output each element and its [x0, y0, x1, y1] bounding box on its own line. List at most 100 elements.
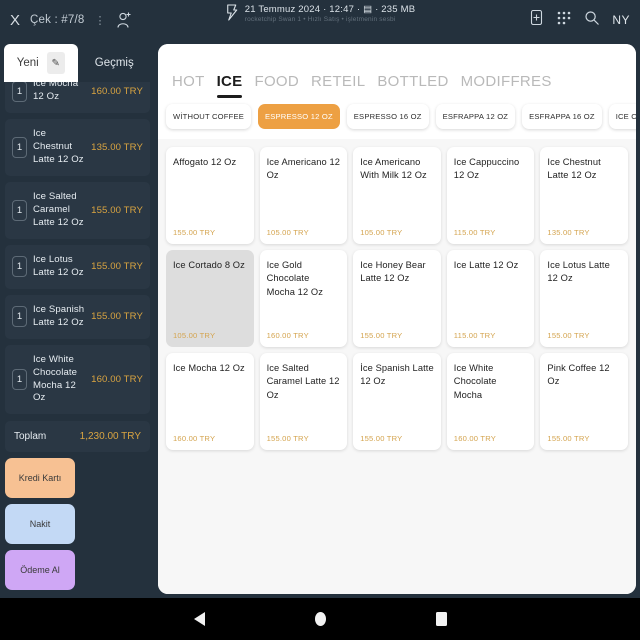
cart-item-price: 160.00 TRY [91, 85, 143, 97]
pencil-icon[interactable]: ✎ [46, 52, 65, 74]
cart-item-price: 155.00 TRY [91, 204, 143, 216]
cart-item-name: Ice Spanish Latte 12 Oz [33, 303, 85, 328]
sidebar-tab-yeni[interactable]: Yeni ✎ [4, 44, 78, 82]
cart-item-name: Ice Mocha 12 Oz [33, 82, 79, 102]
category-tab-food[interactable]: FOOD [254, 73, 299, 98]
product-price: 135.00 TRY [547, 228, 590, 237]
product-card[interactable]: Ice Americano With Milk 12 Oz 105.00 TRY [353, 147, 441, 244]
product-name: Ice Honey Bear Latte 12 Oz [360, 260, 426, 284]
cart-item-row[interactable]: 1 Ice Salted Caramel Latte 12 Oz 155.00 TR… [5, 181, 150, 239]
product-card[interactable]: Ice Salted Caramel Latte 12 Oz 155.00 TRY [259, 353, 348, 450]
apps-grid-icon[interactable] [556, 10, 572, 31]
product-price: 105.00 TRY [266, 228, 309, 237]
cart-item-name: Ice White Chocolate Mocha 12 Oz [33, 353, 78, 404]
category-tab-bottled[interactable]: BOTTLED [377, 73, 448, 98]
cart-item-name: Ice Chestnut Latte 12 Oz [33, 128, 84, 165]
subcategory-chip[interactable]: ESFRAPPA 12 OZ [435, 104, 516, 129]
order-sidebar: Yeni ✎ Geçmiş 1 Ice Mocha 12 Oz 160.00 TRY… [0, 40, 155, 598]
cart-item-qty[interactable]: 1 [12, 256, 27, 278]
product-card[interactable]: Pink Coffee 12 Oz 155.00 TRY [540, 353, 628, 450]
cart-item-qty[interactable]: 1 [12, 306, 27, 328]
subcategory-chip-bar: WİTHOUT COFFEE ESPRESSO 12 OZ ESPRESSO 16 … [158, 98, 636, 139]
payment-button-kredi-kartı[interactable]: Kredi Kartı [5, 458, 75, 498]
overflow-menu-icon[interactable]: ⋮ [94, 14, 106, 27]
cart-total-label: Toplam [14, 431, 47, 442]
session-text-block: 21 Temmuz 2024 · 12:47 · ▤ · 235 MB rock… [245, 4, 416, 23]
add-note-icon[interactable] [529, 9, 544, 31]
product-price: 105.00 TRY [360, 228, 403, 237]
cart-item-row[interactable]: 1 Ice Lotus Latte 12 Oz 155.00 TRY [5, 244, 150, 289]
cart-item-row[interactable]: 1 Ice Chestnut Latte 12 Oz 135.00 TRY [5, 119, 150, 176]
product-price: 160.00 TRY [453, 434, 497, 443]
cart-item-name: Ice Salted Caramel Latte 12 Oz [33, 190, 84, 228]
product-price: 160.00 TRY [173, 434, 216, 443]
session-subtitle-label: rocketchip Swan 1 • Hızlı Satış • işletm… [244, 16, 396, 23]
product-card[interactable]: Ice White Chocolate Mocha 160.00 TRY [446, 353, 535, 450]
sidebar-tab-gecmis[interactable]: Geçmiş [78, 44, 152, 82]
product-card[interactable]: Affogato 12 Oz 155.00 TRY [166, 147, 254, 244]
sidebar-tab-yeni-label: Yeni [16, 57, 39, 69]
product-name: Ice Mocha 12 Oz [173, 363, 245, 373]
payment-button-nakit[interactable]: Nakit [5, 504, 75, 544]
cart-item-qty[interactable]: 1 [12, 136, 27, 158]
search-icon[interactable] [584, 10, 600, 31]
subcategory-chip[interactable]: ESFRAPPA 16 OZ [522, 104, 602, 129]
close-icon[interactable]: X [10, 13, 20, 28]
product-name: Ice Gold Chocolate Mocha 12 Oz [266, 260, 323, 297]
home-circle-icon[interactable] [314, 612, 326, 626]
ticket-number-label[interactable]: Çek : #7/8 [30, 14, 84, 26]
product-price: 115.00 TRY [453, 228, 496, 237]
recents-square-icon[interactable] [435, 612, 447, 626]
product-card[interactable]: Ice Lotus Latte 12 Oz 155.00 TRY [540, 250, 628, 347]
product-card[interactable]: İce Spanish Latte 12 Oz 155.00 TRY [353, 353, 441, 450]
printer-icon [225, 4, 239, 26]
product-name: Ice Lotus Latte 12 Oz [547, 260, 610, 284]
product-card[interactable]: Ice Americano 12 Oz 105.00 TRY [259, 147, 348, 244]
product-card[interactable]: Ice Latte 12 Oz 115.00 TRY [446, 250, 535, 347]
cart-item-price: 155.00 TRY [91, 261, 143, 273]
product-card[interactable]: Ice Gold Chocolate Mocha 12 Oz 160.00 TRY [259, 250, 348, 347]
product-card[interactable]: Ice Chestnut Latte 12 Oz 135.00 TRY [540, 147, 628, 244]
cart-item-list[interactable]: 1 Ice Mocha 12 Oz 160.00 TRY 1 Ice Chestnut … [0, 82, 155, 419]
product-price: 155.00 TRY [547, 331, 590, 340]
product-name: Ice Salted Caramel Latte 12 Oz [266, 363, 340, 400]
cart-item-price: 155.00 TRY [91, 311, 143, 323]
back-triangle-icon[interactable] [193, 612, 205, 626]
cart-item-row[interactable]: 1 Ice Mocha 12 Oz 160.00 TRY [5, 82, 150, 113]
product-price: 155.00 TRY [360, 434, 403, 443]
add-user-icon[interactable] [116, 11, 132, 29]
product-name: Pink Coffee 12 Oz [547, 363, 610, 387]
cart-item-qty[interactable]: 1 [12, 369, 27, 390]
subcategory-chip[interactable]: WİTHOUT COFFEE [166, 104, 251, 129]
product-card[interactable]: Ice Honey Bear Latte 12 Oz 155.00 TRY [353, 250, 441, 347]
cart-item-qty[interactable]: 1 [12, 199, 27, 221]
product-card[interactable]: Ice Cappuccino 12 Oz 115.00 TRY [446, 147, 535, 244]
subcategory-chip[interactable]: ESPRESSO 16 OZ [346, 104, 429, 129]
android-nav-bar [0, 598, 640, 640]
sidebar-tab-bar: Yeni ✎ Geçmiş [0, 40, 155, 82]
product-price: 160.00 TRY [266, 331, 309, 340]
product-card[interactable]: Ice Mocha 12 Oz 160.00 TRY [166, 353, 254, 450]
category-tab-hot[interactable]: HOT [172, 73, 205, 98]
subcategory-chip[interactable]: ESPRESSO 12 OZ [258, 104, 340, 129]
subcategory-chip[interactable]: ICE CREAM&MILKSHAKE [608, 104, 636, 129]
cart-item-qty[interactable]: 1 [12, 82, 27, 102]
product-price: 115.00 TRY [453, 331, 496, 340]
product-grid: Affogato 12 Oz 155.00 TRY Ice Americano 12… [166, 147, 628, 450]
payment-button-ödeme-al[interactable]: Ödeme Al [5, 550, 75, 590]
category-tab-modiffres[interactable]: MODIFFRES [461, 73, 552, 98]
product-grid-scroll[interactable]: Affogato 12 Oz 155.00 TRY Ice Americano 12… [158, 139, 636, 594]
product-name: Ice Americano 12 Oz [266, 157, 341, 181]
cart-item-name: Ice Lotus Latte 12 Oz [33, 253, 84, 278]
product-price: 155.00 TRY [360, 331, 403, 340]
product-name: Ice White Chocolate Mocha [453, 363, 497, 400]
cart-item-row[interactable]: 1 Ice Spanish Latte 12 Oz 155.00 TRY [5, 294, 150, 339]
pos-app-window: X Çek : #7/8 ⋮ 21 Temmuz 2024 · 12:47 · … [0, 0, 640, 640]
category-tab-reteil[interactable]: RETEIL [311, 73, 365, 98]
catalog-panel: HOT ICE FOOD RETEIL BOTTLED MODIFFRES WİTHOUT… [158, 44, 636, 594]
cart-item-row[interactable]: 1 Ice White Chocolate Mocha 12 Oz 160.00 T… [5, 344, 150, 415]
product-price: 155.00 TRY [547, 434, 590, 443]
category-tab-ice[interactable]: ICE [216, 73, 243, 98]
user-initials-label[interactable]: NY [612, 13, 630, 27]
product-card[interactable]: Ice Cortado 8 Oz 105.00 TRY [166, 250, 254, 347]
